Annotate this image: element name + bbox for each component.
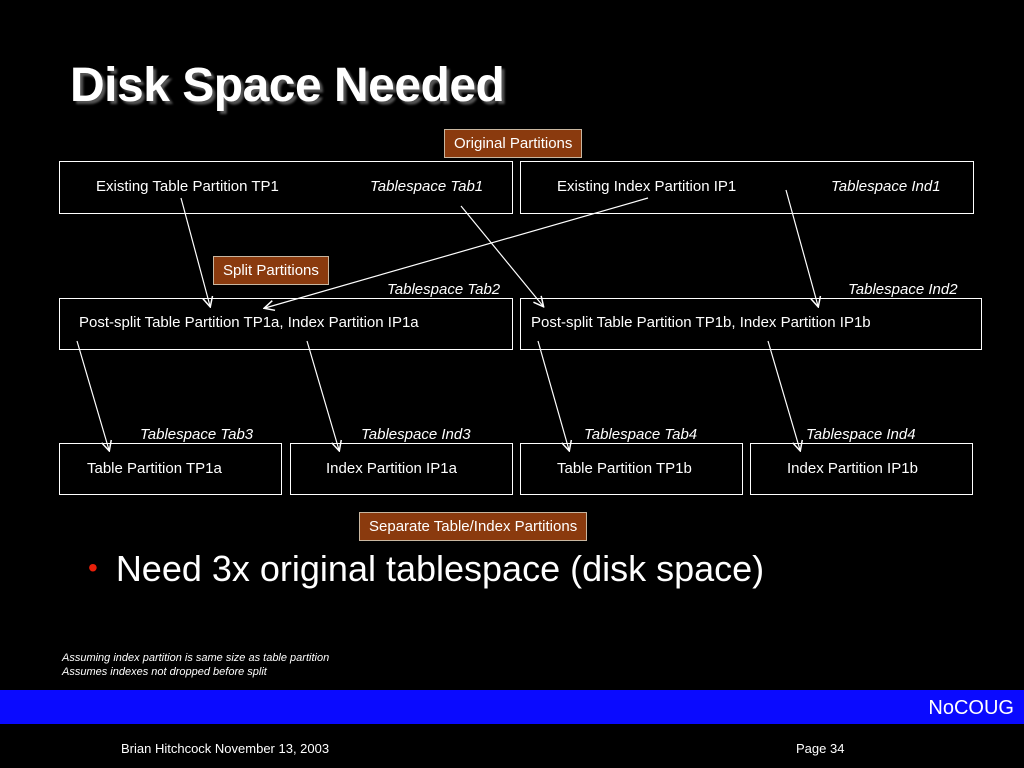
bullet-dot-icon: • xyxy=(88,552,98,583)
bullet-text: Need 3x original tablespace (disk space) xyxy=(115,548,765,589)
arrow-right-split-to-ip1b xyxy=(767,340,800,450)
note-line-1: Assuming index partition is same size as… xyxy=(62,652,330,664)
footer-author-date: Brian Hitchcock November 13, 2003 xyxy=(121,741,330,756)
nocoug-brand: NoCOUG xyxy=(928,697,1014,719)
arrow-left-split-to-tp1a xyxy=(76,340,109,450)
arrow-tp1-to-left-split xyxy=(180,197,210,306)
arrow-ind1-to-right-split xyxy=(785,189,818,306)
footer-bar: NoCOUG xyxy=(0,690,1024,724)
arrow-tab1-to-right-split xyxy=(460,205,543,306)
arrow-right-split-to-tp1b xyxy=(537,340,569,450)
note-line-2: Assumes indexes not dropped before split xyxy=(62,666,267,678)
arrow-left-split-to-ip1a xyxy=(306,340,339,450)
footer-page-number: Page 34 xyxy=(796,741,845,756)
arrow-ip1-to-left-split xyxy=(265,197,649,308)
bullet-point: • Need 3x original tablespace (disk space… xyxy=(88,548,764,590)
